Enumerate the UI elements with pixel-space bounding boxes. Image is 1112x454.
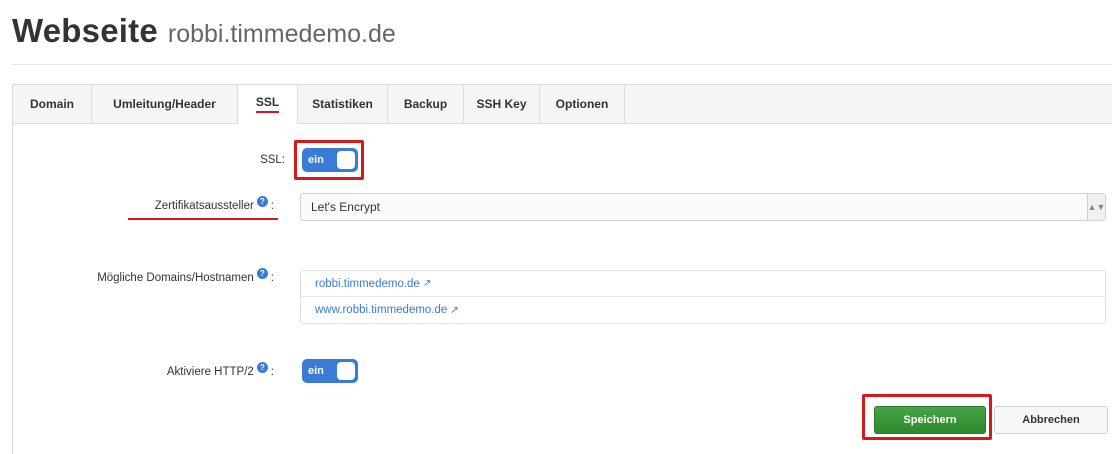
ssl-toggle-text: ein [308, 154, 324, 166]
chevron-updown-icon: ▲▼ [1087, 194, 1105, 220]
tab-ssl[interactable]: SSL [238, 85, 298, 124]
tab-backup[interactable]: Backup [388, 85, 464, 123]
http2-label-suffix: : [270, 366, 274, 378]
domains-label: Mögliche Domains/Hostnamen ? : [97, 267, 274, 284]
header-divider [12, 64, 1112, 65]
page-subtitle: robbi.timmedemo.de [167, 20, 396, 48]
tab-bar: Domain Umleitung/Header SSL Statistiken … [13, 85, 1112, 124]
domains-label-text: Mögliche Domains/Hostnamen [97, 272, 254, 284]
issuer-select-value: Let's Encrypt [311, 200, 380, 214]
tab-umleitung-header[interactable]: Umleitung/Header [92, 85, 238, 123]
http2-label: Aktiviere HTTP/2 ? : [166, 361, 274, 378]
tab-domain[interactable]: Domain [13, 85, 92, 123]
domain-link[interactable]: www.robbi.timmedemo.de ↗ [301, 297, 1105, 323]
domain-link-text: robbi.timmedemo.de [315, 277, 420, 290]
tab-label: SSL [255, 95, 280, 113]
question-circle-icon[interactable]: ? [256, 195, 268, 207]
toggle-knob [337, 362, 355, 380]
http2-label-text: Aktiviere HTTP/2 [166, 366, 254, 378]
cancel-button[interactable]: Abbrechen [994, 406, 1108, 434]
tab-ssh-key[interactable]: SSH Key [464, 85, 540, 123]
tab-optionen[interactable]: Optionen [540, 85, 625, 123]
issuer-label-suffix: : [270, 200, 274, 212]
page-title: Webseite [12, 12, 158, 49]
ssl-label: SSL: [260, 154, 285, 166]
domain-link-text: www.robbi.timmedemo.de [315, 304, 448, 316]
tab-label: Optionen [555, 97, 609, 111]
tab-label: Domain [29, 97, 74, 111]
ssl-toggle[interactable]: ein [302, 148, 358, 172]
tab-label: Umleitung/Header [113, 97, 216, 111]
external-link-icon: ↗ [450, 304, 459, 316]
tab-label: Backup [403, 97, 448, 111]
domain-link[interactable]: robbi.timmedemo.de ↗ [301, 271, 1105, 297]
issuer-select[interactable]: Let's Encrypt ▲▼ [300, 193, 1106, 221]
issuer-label: Zertifikatsaussteller ? : [154, 195, 274, 212]
tab-statistiken[interactable]: Statistiken [298, 85, 388, 123]
http2-toggle[interactable]: ein [302, 359, 358, 383]
settings-panel: Domain Umleitung/Header SSL Statistiken … [12, 84, 1112, 454]
question-circle-icon[interactable]: ? [256, 361, 268, 373]
tab-label: SSH Key [476, 97, 527, 111]
question-circle-icon[interactable]: ? [256, 267, 268, 279]
domains-label-suffix: : [270, 272, 274, 284]
external-link-icon: ↗ [422, 278, 432, 289]
ssl-label-text: SSL: [260, 154, 285, 166]
domain-list: robbi.timmedemo.de ↗ www.robbi.timmedemo… [300, 270, 1106, 324]
toggle-knob [337, 151, 355, 169]
issuer-underline [128, 218, 278, 220]
tab-label: Statistiken [312, 97, 373, 111]
save-button[interactable]: Speichern [874, 406, 986, 434]
page-header: Webseite robbi.timmedemo.de [12, 12, 396, 50]
http2-toggle-text: ein [308, 365, 324, 377]
issuer-label-text: Zertifikatsaussteller [154, 200, 254, 212]
